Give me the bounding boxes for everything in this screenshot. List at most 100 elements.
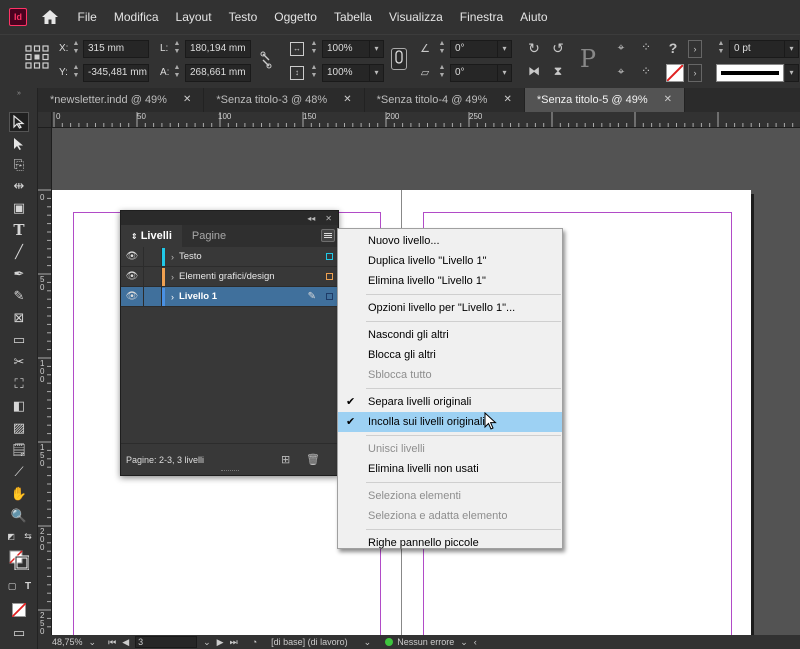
close-icon[interactable]: ✕ (503, 88, 511, 112)
rotate-spinner[interactable]: ▲ ▼ (437, 40, 447, 58)
close-icon[interactable]: ✕ (664, 88, 672, 112)
page-dropdown-icon[interactable]: ⌄ (203, 637, 211, 648)
y-field[interactable]: -345,481 mm (83, 64, 149, 82)
stroke-expand-icon[interactable]: › (688, 64, 702, 82)
line-tool-icon[interactable]: ╱ (9, 242, 29, 262)
preflight-status[interactable]: Nessun errore (397, 637, 454, 647)
visibility-eye-icon[interactable]: 👁 (121, 251, 143, 262)
stroke-type-dropdown[interactable]: ▾ (785, 64, 799, 82)
tab-senza-titolo-5[interactable]: *Senza titolo-5 @ 49% ✕ (524, 88, 686, 112)
rectangle-tool-icon[interactable]: ▭ (9, 330, 29, 350)
expand-arrow-icon[interactable]: › (171, 272, 174, 282)
menu-finestra[interactable]: Finestra (451, 0, 511, 34)
menu-nascondi-altri[interactable]: Nascondi gli altri (338, 325, 562, 345)
lock-toggle[interactable] (143, 266, 162, 287)
tab-pagine[interactable]: Pagine (182, 225, 236, 247)
rotate-field[interactable]: 0° (450, 40, 498, 58)
menu-visualizza[interactable]: Visualizza (380, 0, 451, 34)
page-tool-icon[interactable]: ⎘ (9, 155, 29, 175)
formatting-container-icon[interactable]: ▢ (6, 580, 18, 592)
pen-tool-icon[interactable]: ✒ (9, 264, 29, 284)
menu-incolla-livelli[interactable]: ✔ Incolla sui livelli originali (338, 412, 562, 432)
layer-row-elementi-grafici[interactable]: 👁 › Elementi grafici/design (121, 266, 338, 287)
select-content-icon[interactable]: ⌖ (612, 64, 630, 82)
shear-field[interactable]: 0° (450, 64, 498, 82)
resize-grip[interactable] (221, 470, 239, 473)
delete-layer-icon[interactable]: 🗑 (306, 453, 320, 466)
fill-stroke-icon[interactable] (9, 550, 29, 570)
flip-vertical-icon[interactable]: ⧗ (549, 64, 567, 82)
rotate-dropdown[interactable]: ▾ (498, 40, 512, 58)
vertical-ruler[interactable]: 0 50 100 150 200 250 (38, 128, 52, 635)
y-spinner[interactable]: ▲ ▼ (71, 64, 81, 82)
stroke-weight-spinner[interactable]: ▲ ▼ (716, 40, 726, 58)
apply-none-icon[interactable] (9, 600, 29, 620)
x-field[interactable]: 315 mm (83, 40, 149, 58)
visibility-eye-icon[interactable]: 👁 (121, 271, 143, 282)
panel-titlebar[interactable]: ◂◂ ✕ (121, 211, 338, 225)
panel-menu-button[interactable] (321, 229, 335, 242)
preflight-dropdown-icon[interactable]: ⌄ (460, 637, 468, 648)
prev-page-icon[interactable]: ◀ (122, 637, 129, 648)
scale-x-field[interactable]: 100% (322, 40, 370, 58)
screen-mode-icon[interactable]: ▭ (9, 623, 29, 643)
panel-collapse-icon[interactable]: » (9, 88, 29, 98)
menu-elimina-non-usati[interactable]: Elimina livelli non usati (338, 459, 562, 479)
collapse-panel-icon[interactable]: ◂◂ (307, 214, 315, 223)
content-collector-icon[interactable]: ▣ (9, 198, 29, 218)
pencil-tool-icon[interactable]: ✎ (9, 286, 29, 306)
rotate-ccw-icon[interactable]: ↺ (549, 40, 567, 58)
stroke-type-field[interactable] (716, 64, 784, 82)
zoom-dropdown-icon[interactable]: ⌄ (89, 637, 97, 648)
free-transform-tool-icon[interactable]: ⛶ (9, 374, 29, 394)
paragraph-p-icon[interactable]: P (576, 45, 600, 75)
select-container-icon[interactable]: ⌖ (612, 40, 630, 58)
scale-y-spinner[interactable]: ▲ ▼ (309, 64, 319, 82)
formatting-text-icon[interactable]: T (22, 580, 34, 592)
menu-oggetto[interactable]: Oggetto (266, 0, 326, 34)
hand-tool-icon[interactable]: ✋ (9, 484, 29, 504)
gap-tool-icon[interactable]: ⇹ (9, 176, 29, 196)
close-icon[interactable]: ✕ (343, 88, 351, 112)
menu-testo[interactable]: Testo (220, 0, 266, 34)
first-page-icon[interactable]: ⏮ (108, 637, 116, 648)
flip-horizontal-icon[interactable]: ⧓ (525, 64, 543, 82)
constrain-proportions-icon[interactable] (258, 51, 274, 69)
scroll-left-icon[interactable]: ‹ (474, 637, 477, 647)
menu-file[interactable]: File (69, 0, 105, 34)
menu-separa-livelli[interactable]: ✔ Separa livelli originali (338, 392, 562, 412)
rotate-cw-icon[interactable]: ↻ (525, 40, 543, 58)
lock-toggle[interactable] (143, 286, 162, 307)
select-next-icon[interactable]: ⁘ (637, 64, 655, 82)
tab-newsletter[interactable]: *newsletter.indd @ 49% ✕ (38, 88, 205, 112)
width-field[interactable]: 180,194 mm (185, 40, 251, 58)
tab-livelli[interactable]: ⇕ Livelli (121, 225, 182, 247)
scale-x-dropdown[interactable]: ▾ (370, 40, 384, 58)
l-spinner[interactable]: ▲ ▼ (172, 40, 182, 58)
swap-colors-icon[interactable]: ⇆ (22, 530, 34, 542)
visibility-eye-icon[interactable]: 👁 (121, 291, 143, 302)
layer-target-icon[interactable] (326, 273, 333, 280)
reference-point-icon[interactable] (24, 45, 50, 71)
note-tool-icon[interactable]: 🗒 (9, 440, 29, 460)
menu-layout[interactable]: Layout (167, 0, 220, 34)
lock-toggle[interactable] (143, 246, 162, 267)
shear-spinner[interactable]: ▲ ▼ (437, 64, 447, 82)
gradient-swatch-tool-icon[interactable]: ◧ (9, 396, 29, 416)
default-colors-icon[interactable]: ◩ (5, 530, 17, 542)
menu-modifica[interactable]: Modifica (105, 0, 167, 34)
open-page-icon[interactable]: ◔ (252, 637, 257, 647)
ruler-origin[interactable] (38, 112, 52, 128)
eyedropper-tool-icon[interactable]: ⟋ (9, 462, 29, 482)
rectangle-frame-tool-icon[interactable]: ⊠ (9, 308, 29, 328)
menu-nuovo-livello[interactable]: Nuovo livello... (338, 231, 562, 251)
home-icon[interactable] (40, 7, 60, 27)
fill-swatch-icon[interactable] (666, 64, 684, 82)
panel-expand-icon[interactable]: › (688, 40, 702, 58)
close-icon[interactable]: ✕ (183, 88, 191, 112)
zoom-tool-icon[interactable]: 🔍 (9, 506, 29, 526)
menu-tabella[interactable]: Tabella (325, 0, 380, 34)
next-page-icon[interactable]: ▶ (217, 637, 224, 648)
menu-aiuto[interactable]: Aiuto (512, 0, 556, 34)
type-tool-icon[interactable]: T (9, 220, 29, 240)
